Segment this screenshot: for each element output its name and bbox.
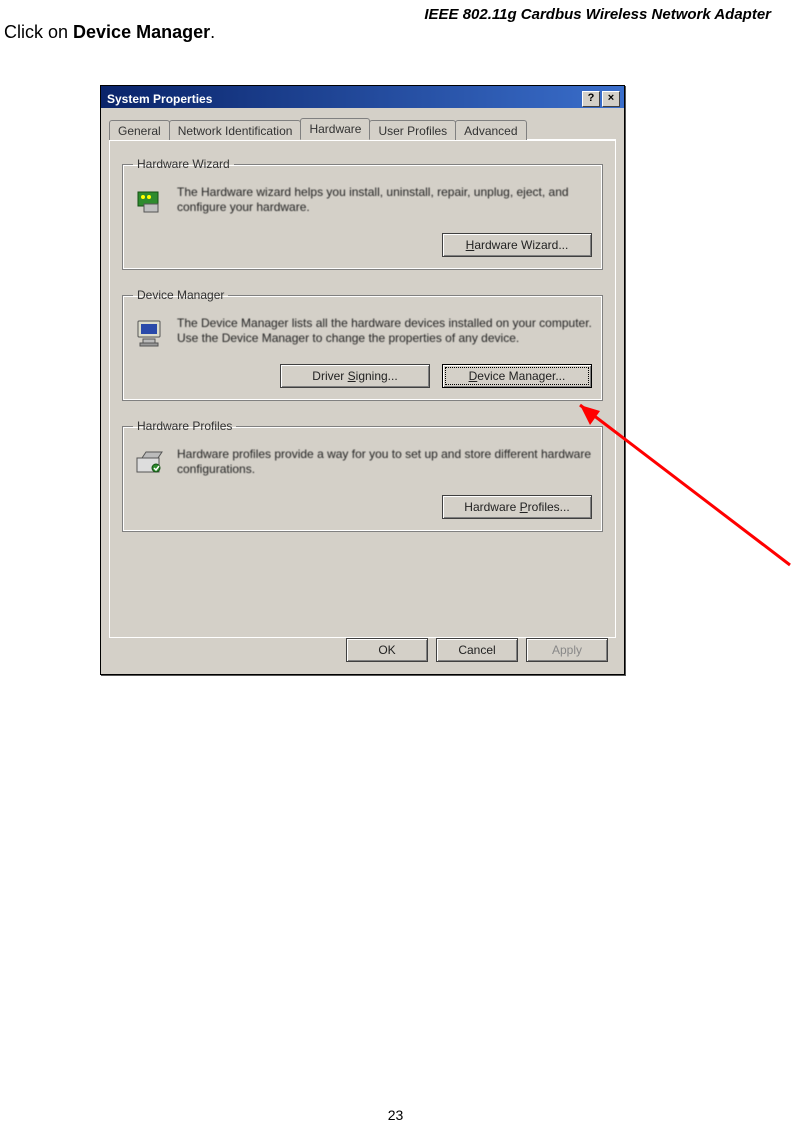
hardware-profiles-icon — [133, 447, 167, 481]
ok-button[interactable]: OK — [346, 638, 428, 662]
tab-user-profiles[interactable]: User Profiles — [369, 120, 456, 140]
group-device-manager: Device Manager The Device Manager lists … — [122, 288, 603, 401]
dialog-title: System Properties — [107, 92, 212, 106]
group-hardware-profiles: Hardware Profiles Hardware profiles prov… — [122, 419, 603, 532]
device-manager-text: The Device Manager lists all the hardwar… — [177, 316, 592, 350]
close-button[interactable]: × — [602, 91, 620, 107]
hardware-wizard-icon — [133, 185, 167, 219]
tab-body: Hardware Wizard The Hardware wizard help… — [109, 140, 616, 638]
tab-hardware[interactable]: Hardware — [300, 118, 370, 140]
tab-general[interactable]: General — [109, 120, 170, 140]
tab-row: General Network Identification Hardware … — [109, 118, 616, 140]
group-hardware-wizard: Hardware Wizard The Hardware wizard help… — [122, 157, 603, 270]
legend-hardware-wizard: Hardware Wizard — [133, 157, 234, 171]
driver-signing-button[interactable]: Driver Signing...Driver Signing... — [280, 364, 430, 388]
tab-network-identification[interactable]: Network Identification — [169, 120, 302, 140]
document-header: IEEE 802.11g Cardbus Wireless Network Ad… — [424, 6, 771, 23]
cancel-button[interactable]: Cancel — [436, 638, 518, 662]
apply-button[interactable]: Apply — [526, 638, 608, 662]
instruction-prefix: Click on — [4, 22, 73, 42]
hardware-wizard-text: The Hardware wizard helps you install, u… — [177, 185, 592, 219]
help-button[interactable]: ? — [582, 91, 600, 107]
tab-advanced[interactable]: Advanced — [455, 120, 526, 140]
legend-hardware-profiles: Hardware Profiles — [133, 419, 236, 433]
device-manager-icon — [133, 316, 167, 350]
instruction-suffix: . — [210, 22, 215, 42]
hardware-profiles-text: Hardware profiles provide a way for you … — [177, 447, 592, 481]
instruction-text: Click on Device Manager. — [4, 22, 215, 43]
legend-device-manager: Device Manager — [133, 288, 228, 302]
hardware-profiles-button[interactable]: Hardware Profiles...Hardware Profiles... — [442, 495, 592, 519]
device-manager-button[interactable]: Device Manager...Device Manager... — [442, 364, 592, 388]
page-number: 23 — [0, 1107, 791, 1123]
dialog-titlebar[interactable]: System Properties ? × — [101, 86, 624, 108]
dialog-button-row: OK Cancel Apply — [346, 638, 608, 662]
hardware-wizard-button[interactable]: HHardware Wizard...ardware Wizard... — [442, 233, 592, 257]
instruction-bold: Device Manager — [73, 22, 210, 42]
system-properties-dialog: System Properties ? × General Network Id… — [100, 85, 625, 675]
